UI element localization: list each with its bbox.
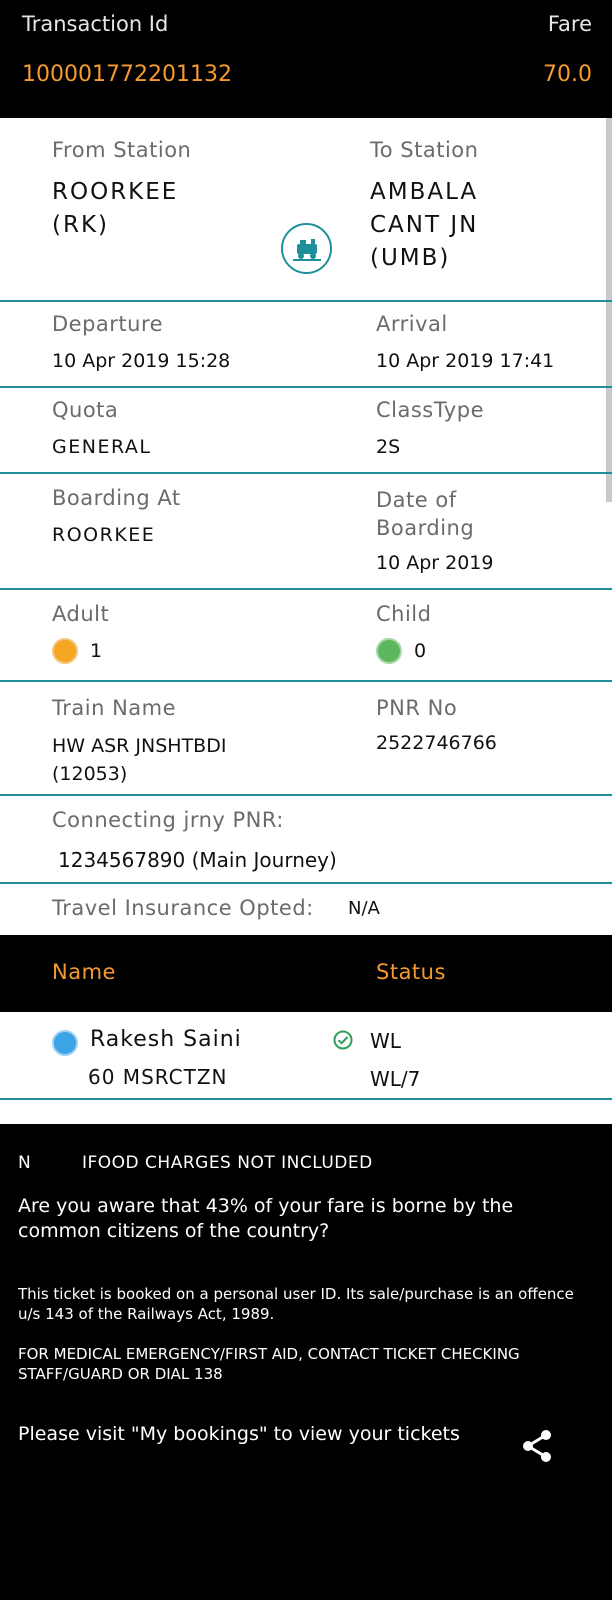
arrival-label: Arrival (376, 312, 448, 336)
passenger-table-header: Name Status (0, 935, 612, 1012)
insurance-value: N/A (348, 898, 380, 919)
from-station-label: From Station (52, 138, 192, 162)
passenger-substatus: WL/7 (370, 1067, 421, 1091)
class-type-label: ClassType (376, 398, 484, 422)
status-column-header: Status (376, 960, 446, 984)
train-name-value: HW ASR JNSHTBDI (12053) (52, 735, 227, 785)
passenger-row: Rakesh Saini 60 MSRCTZN WL WL/7 (0, 1012, 612, 1124)
train-name-label: Train Name (52, 696, 177, 720)
passenger-details: 60 MSRCTZN (88, 1065, 228, 1089)
insurance-label: Travel Insurance Opted: (52, 896, 314, 920)
arrival-value: 10 Apr 2019 17:41 (376, 350, 555, 372)
date-of-boarding-value: 10 Apr 2019 (376, 552, 494, 574)
adult-icon (52, 638, 78, 664)
quota-label: Quota (52, 398, 119, 422)
adult-value: 1 (90, 640, 103, 662)
to-station-label: To Station (370, 138, 479, 162)
connecting-pnr-label: Connecting jrny PNR: (52, 808, 284, 832)
transaction-id-label: Transaction Id (22, 12, 169, 36)
stations-section: From Station ROORKEE (RK) To Station AMB… (0, 118, 612, 302)
child-icon (376, 638, 402, 664)
boarding-at-value: ROORKEE (52, 524, 156, 546)
transaction-header: Transaction Id Fare 100001772201132 70.0 (0, 0, 612, 118)
food-prefix: N (18, 1153, 31, 1173)
ticket-details-card[interactable]: From Station ROORKEE (RK) To Station AMB… (0, 118, 612, 935)
from-station-value: ROORKEE (RK) (52, 179, 179, 238)
pnr-value: 2522746766 (376, 732, 497, 754)
passenger-count-section: Adult 1 Child 0 (0, 590, 612, 682)
connecting-pnr-section: Connecting jrny PNR: 1234567890 (Main Jo… (0, 796, 612, 884)
pnr-label: PNR No (376, 696, 458, 720)
train-icon (281, 223, 332, 274)
medical-emergency-note: FOR MEDICAL EMERGENCY/FIRST AID, CONTACT… (18, 1345, 520, 1383)
fare-label: Fare (547, 12, 592, 36)
fare-value: 70.0 (543, 62, 592, 87)
insurance-section: Travel Insurance Opted: N/A (0, 884, 612, 935)
boarding-at-label: Boarding At (52, 486, 181, 510)
check-circle-icon (333, 1030, 353, 1054)
connecting-pnr-value: 1234567890 (Main Journey) (58, 848, 337, 872)
quota-section: Quota GENERAL ClassType 2S (0, 388, 612, 474)
child-label: Child (376, 602, 432, 626)
passenger-icon (52, 1030, 78, 1056)
class-type-value: 2S (376, 436, 401, 458)
passenger-status: WL (370, 1029, 401, 1053)
bookings-note: Please visit "My bookings" to view your … (18, 1423, 460, 1445)
personal-ticket-note: This ticket is booked on a personal user… (18, 1285, 574, 1323)
fare-subsidy-note: Are you aware that 43% of your fare is b… (18, 1195, 514, 1242)
footer-notes: N IFOOD CHARGES NOT INCLUDED Are you awa… (0, 1124, 612, 1600)
timing-section: Departure 10 Apr 2019 15:28 Arrival 10 A… (0, 302, 612, 388)
passenger-name: Rakesh Saini (90, 1027, 242, 1052)
child-count-row: 0 (376, 638, 426, 664)
adult-label: Adult (52, 602, 110, 626)
date-of-boarding-label: Date of Boarding (376, 488, 475, 540)
adult-count-row: 1 (52, 638, 102, 664)
to-station-value: AMBALA CANT JN (UMB) (370, 179, 479, 271)
food-charges-note: IFOOD CHARGES NOT INCLUDED (82, 1153, 373, 1173)
passenger-divider (0, 1098, 612, 1100)
child-value: 0 (414, 640, 427, 662)
name-column-header: Name (52, 960, 116, 984)
train-section: Train Name HW ASR JNSHTBDI (12053) PNR N… (0, 682, 612, 796)
departure-label: Departure (52, 312, 164, 336)
share-icon[interactable] (518, 1426, 558, 1466)
departure-value: 10 Apr 2019 15:28 (52, 350, 231, 372)
quota-value: GENERAL (52, 436, 152, 458)
transaction-id-value: 100001772201132 (22, 62, 232, 87)
boarding-section: Boarding At ROORKEE Date of Boarding 10 … (0, 474, 612, 590)
